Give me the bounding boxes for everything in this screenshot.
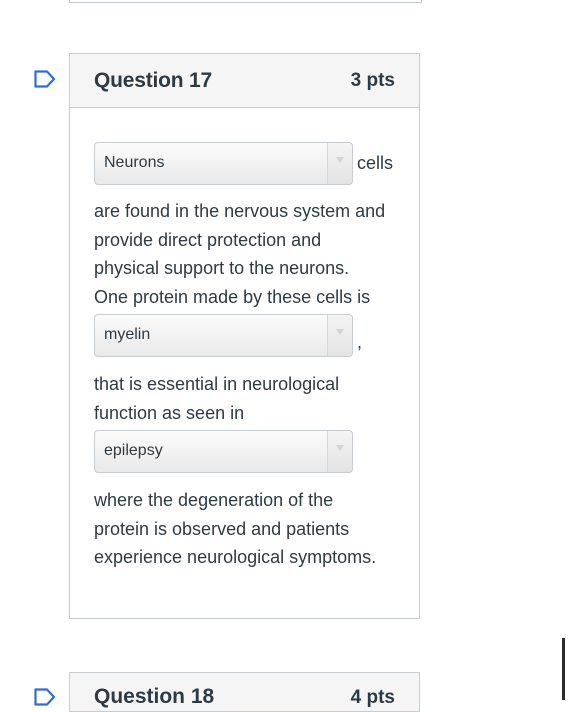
dropdown-arrow-box[interactable] [327,143,352,184]
text-line: physical support to the neurons. [94,258,350,278]
flag-question-icon[interactable] [34,70,56,88]
chevron-down-icon [336,445,344,451]
text-line: One protein made by these cells is [94,286,371,307]
dropdown-arrow-box[interactable] [327,315,352,356]
chevron-down-icon [336,157,344,163]
answer-dropdown-2[interactable]: myelin [94,314,353,357]
text-line: provide direct protection and [94,229,322,250]
question-18-card: Question 18 4 pts [69,672,420,712]
text-line: are found in the nervous system and [94,201,386,221]
answer-dropdown-3[interactable]: epilepsy [94,430,353,473]
text-line: experience neurological symptoms. [94,547,377,567]
flag-question-icon[interactable] [34,688,56,706]
text-line: protein is observed and patients [94,518,350,539]
question-points: 4 pts [350,687,395,708]
chevron-down-icon [336,329,344,335]
text-line: where the degeneration of the [94,490,334,510]
question-title: Question 17 [94,68,212,92]
dropdown-selected-value: myelin [104,326,151,343]
dropdown-arrow-box[interactable] [327,431,352,472]
dropdown-selected-value: epilepsy [104,442,163,459]
answer-dropdown-1[interactable]: Neurons [94,142,353,185]
previous-question-card [69,0,422,3]
question-title: Question 18 [94,685,215,708]
question-points: 3 pts [350,69,395,91]
dropdown-1-suffix: cells [357,153,394,173]
question-header: Question 17 3 pts [70,54,419,108]
dropdown-2-suffix: , [357,332,363,352]
scrollbar[interactable] [562,638,565,700]
question-body: Neurons cells are found in the nervous s… [70,108,419,572]
text-line: function as seen in [94,402,245,423]
question-17-card: Question 17 3 pts Neurons cells are foun… [69,53,420,619]
dropdown-selected-value: Neurons [104,154,165,171]
text-line: that is essential in neurological [94,374,340,394]
